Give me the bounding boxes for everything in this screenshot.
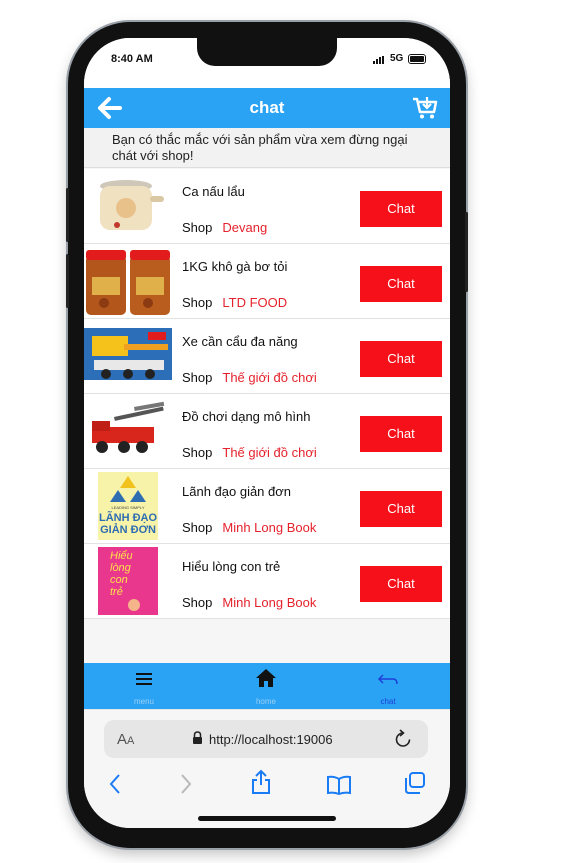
browser-toolbar: AA http://localhost:19006 [84,709,450,828]
shop-prefix: Shop [182,295,213,310]
home-indicator [198,816,336,821]
shop-line: Shop Thế giới đồ chơi [182,445,317,460]
text-size-large: A [117,731,128,748]
list-item: LEADING SIMPLY LÃNH ĐẠO GIẢN ĐƠN Lãnh đạ… [84,469,450,544]
product-image: LEADING SIMPLY LÃNH ĐẠO GIẢN ĐƠN [84,472,172,540]
tab-home[interactable]: home [236,663,296,709]
shop-prefix: Shop [182,520,213,535]
book-cover-top: LEADING SIMPLY [111,505,144,510]
signal-icon [373,56,384,64]
product-image [84,247,172,315]
notch [197,38,337,66]
book-cover-line: lòng [110,562,132,574]
tab-label: chat [380,697,396,706]
network-label: 5G [390,53,404,64]
bookmarks-icon[interactable] [326,775,352,795]
page-title: chat [249,98,285,117]
shop-name[interactable]: Devang [222,220,267,235]
side-button [66,254,69,308]
app-header: chat [84,88,450,128]
text-size-button[interactable]: AA [117,731,134,748]
book-cover-title: LÃNH ĐẠO [99,511,157,524]
shop-line: Shop LTD FOOD [182,295,287,310]
url-text: http://localhost:19006 [209,732,333,747]
shop-prefix: Shop [182,595,213,610]
product-image [84,397,172,465]
shop-prefix: Shop [182,370,213,385]
shop-line: Shop Minh Long Book [182,595,316,610]
chat-notice: Bạn có thắc mắc với sản phẩm vừa xem đừn… [84,128,450,168]
side-button [465,212,468,292]
chat-button[interactable]: Chat [360,416,442,452]
product-name: Lãnh đạo giản đơn [182,484,292,499]
reply-arrow-icon [377,674,398,685]
share-icon[interactable] [250,769,272,795]
shop-line: Shop Thế giới đồ chơi [182,370,317,385]
tab-label: home [255,697,276,706]
product-image [84,322,172,390]
tab-chat[interactable]: chat [358,663,418,709]
chat-button[interactable]: Chat [360,191,442,227]
reload-icon[interactable] [394,729,412,749]
chat-button[interactable]: Chat [360,566,442,602]
list-item: Xe cần cẩu đa năng Shop Thế giới đồ chơi … [84,319,450,394]
back-icon[interactable] [108,773,122,795]
lock-icon [193,731,202,744]
shop-name[interactable]: Thế giới đồ chơi [222,370,316,385]
shop-name[interactable]: Minh Long Book [222,520,316,535]
product-name: 1KG khô gà bơ tỏi [182,259,288,274]
shop-name[interactable]: Thế giới đồ chơi [222,445,316,460]
forward-icon[interactable] [179,773,193,795]
chat-button[interactable]: Chat [360,341,442,377]
list-item: Hiểu lòng con trẻ Hiểu lòng con trẻ Shop… [84,544,450,619]
product-list: Ca nấu lẩu Shop Devang Chat 1KG khô gà bơ… [84,169,450,619]
product-name: Xe cần cẩu đa năng [182,334,298,349]
battery-icon [408,54,426,64]
status-time: 8:40 AM [111,53,153,65]
shop-name[interactable]: LTD FOOD [222,295,287,310]
book-cover-line: trẻ [110,586,123,598]
list-item: 1KG khô gà bơ tỏi Shop LTD FOOD Chat [84,244,450,319]
shop-prefix: Shop [182,220,213,235]
side-button [66,188,69,242]
shop-prefix: Shop [182,445,213,460]
list-item: Ca nấu lẩu Shop Devang Chat [84,169,450,244]
menu-icon [136,673,152,685]
book-cover-subtitle: GIẢN ĐƠN [100,523,156,536]
product-name: Đồ chơi dạng mô hình [182,409,311,424]
product-name: Hiểu lòng con trẻ [182,559,281,574]
shop-line: Shop Minh Long Book [182,520,316,535]
text-size-small: A [127,735,135,747]
shop-name[interactable]: Minh Long Book [222,595,316,610]
product-name: Ca nấu lẩu [182,184,245,199]
product-image [84,172,172,240]
shop-line: Shop Devang [182,220,267,235]
status-bar: 8:40 AM 5G [84,38,450,88]
address-bar[interactable]: AA http://localhost:19006 [104,720,428,758]
bottom-tab-bar: menu home chat [84,663,450,709]
phone-screen: 8:40 AM 5G chat Bạn có thắc mắc với sản … [84,38,450,828]
book-cover-line: Hiểu [110,550,133,562]
chat-button[interactable]: Chat [360,491,442,527]
book-cover-line: con [110,574,128,586]
cart-icon[interactable] [412,96,438,120]
home-icon [256,669,276,687]
tab-label: menu [133,697,154,706]
list-item: Đồ chơi dạng mô hình Shop Thế giới đồ chơ… [84,394,450,469]
tab-menu[interactable]: menu [114,663,174,709]
chat-button[interactable]: Chat [360,266,442,302]
product-image: Hiểu lòng con trẻ [84,547,172,615]
tabs-icon[interactable] [404,772,426,794]
